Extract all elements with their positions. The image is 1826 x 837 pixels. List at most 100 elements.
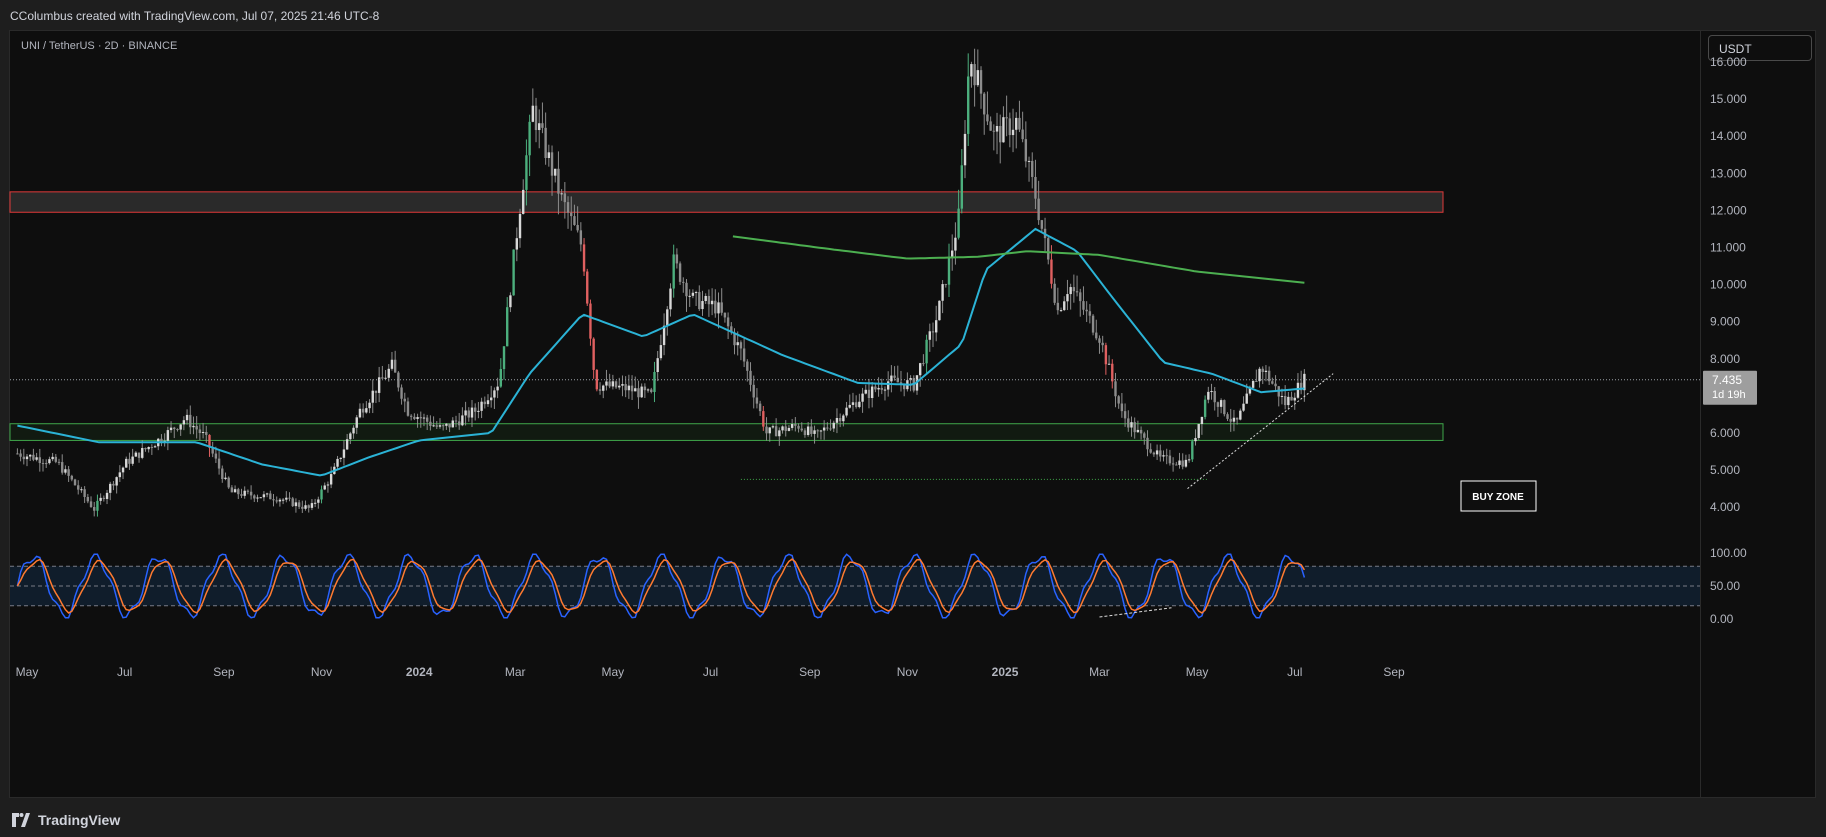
last-price-value: 7.435 <box>1712 373 1742 387</box>
candle-body <box>473 407 477 412</box>
candle-body <box>285 497 288 500</box>
candle-body <box>1203 399 1207 417</box>
candle-body <box>393 359 397 373</box>
candle-body <box>704 295 707 302</box>
candle-body <box>1181 460 1184 467</box>
tradingview-logo[interactable]: TradingView <box>10 812 120 828</box>
price-tick: 15.000 <box>1710 92 1747 106</box>
candle-body <box>838 418 842 422</box>
candle-body <box>1037 198 1040 221</box>
candle-body <box>1139 429 1143 434</box>
candle-body <box>435 425 438 427</box>
candle-body <box>845 407 848 416</box>
candle-body <box>1146 437 1149 450</box>
candle-body <box>1223 400 1226 415</box>
candle-body <box>1229 418 1232 422</box>
candle-body <box>358 408 362 418</box>
candle-body <box>1015 117 1018 130</box>
candle-body <box>93 507 96 511</box>
candle-body <box>774 426 778 437</box>
candle-body <box>835 418 839 423</box>
candle-body <box>1239 410 1242 420</box>
candle-body <box>701 301 704 310</box>
candle-body <box>454 420 458 422</box>
oscillator-tick: 0.00 <box>1710 612 1734 626</box>
candle-body <box>819 430 823 432</box>
chart-svg[interactable]: BUY ZONE 16.000 15.000 14.000 13.000 12.000 11… <box>0 0 1826 837</box>
candle-body <box>1149 449 1152 453</box>
candle-body <box>1152 452 1156 455</box>
candle-body <box>886 381 890 390</box>
candle-body <box>288 497 291 499</box>
candle-body <box>842 415 845 422</box>
candle-body <box>650 389 653 393</box>
candle-body <box>336 458 339 467</box>
candle-body <box>1296 382 1300 398</box>
candle-body <box>736 342 739 346</box>
candle-body <box>778 430 781 437</box>
candle-body <box>118 472 122 478</box>
candle-body <box>1210 391 1213 393</box>
candle-body <box>531 105 535 122</box>
candle-body <box>806 426 810 435</box>
candle-body <box>352 427 355 434</box>
candle-body <box>925 339 928 364</box>
candle-body <box>227 477 230 488</box>
candle-body <box>1002 117 1005 143</box>
candle-body <box>518 213 522 239</box>
candle-body <box>1008 118 1012 136</box>
candle-body <box>150 446 154 448</box>
candle-body <box>525 155 528 190</box>
candle-body <box>973 64 976 86</box>
candle-body <box>1290 396 1293 401</box>
candle-body <box>185 414 189 421</box>
candle-body <box>173 427 176 430</box>
candle-body <box>1194 437 1197 442</box>
candle-body <box>637 388 640 398</box>
candle-body <box>595 369 599 390</box>
candle-body <box>182 420 186 425</box>
candle-body <box>611 381 615 387</box>
candle-body <box>243 490 246 496</box>
candle-body <box>73 479 77 486</box>
price-tick: 10.000 <box>1710 278 1747 292</box>
buy-zone-label: BUY ZONE <box>1472 492 1524 503</box>
candle-body <box>198 429 202 434</box>
candle-body <box>960 165 964 209</box>
candle-body <box>291 498 294 507</box>
candle-body <box>784 426 787 431</box>
candle-body <box>989 121 992 131</box>
candle-body <box>1264 370 1268 372</box>
candle-body <box>99 497 102 501</box>
candle-body <box>422 417 426 419</box>
time-tick: 2024 <box>406 665 433 679</box>
candle-body <box>979 70 983 94</box>
candle-body <box>739 342 743 349</box>
candle-body <box>794 424 797 426</box>
candle-body <box>1095 332 1098 339</box>
last-price-countdown: 1d 19h <box>1712 389 1746 401</box>
candle-body <box>176 429 179 431</box>
candle-body <box>425 417 429 422</box>
candle-body <box>131 456 134 464</box>
candle-body <box>1245 393 1248 404</box>
oscillator-tick: 100.00 <box>1710 546 1747 560</box>
candle-body <box>1127 418 1130 428</box>
candle-body <box>954 237 957 251</box>
candle-body <box>1143 433 1146 438</box>
candle-body <box>1021 129 1024 140</box>
candle-body <box>618 385 621 388</box>
candle-body <box>522 189 525 214</box>
candle-body <box>1034 176 1037 199</box>
candle-body <box>1072 287 1076 292</box>
candle-body <box>858 401 861 408</box>
candle-body <box>848 404 851 408</box>
candle-body <box>147 446 150 450</box>
candle-body <box>589 303 592 339</box>
candle-body <box>698 292 701 310</box>
time-tick: Sep <box>213 665 235 679</box>
candle-body <box>877 387 880 390</box>
candle-body <box>867 389 871 399</box>
tradingview-brand: TradingView <box>38 812 121 828</box>
candle-body <box>1120 403 1124 412</box>
